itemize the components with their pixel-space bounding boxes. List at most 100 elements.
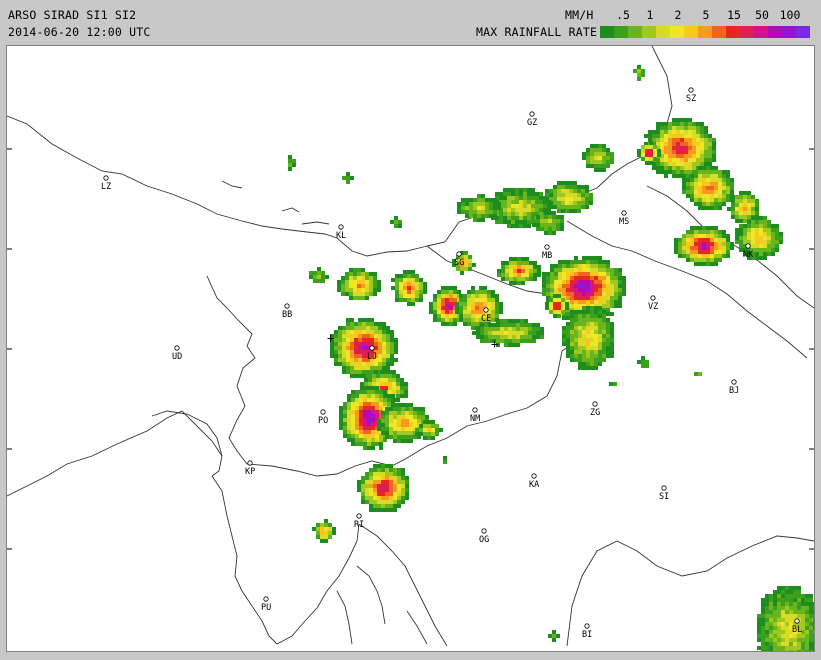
- city-dot: [650, 295, 656, 301]
- rain-pixel: [602, 152, 606, 156]
- rain-pixel: [777, 634, 781, 638]
- rain-pixel: [578, 296, 582, 300]
- rain-pixel: [371, 406, 375, 410]
- rain-pixel: [809, 598, 813, 602]
- rain-pixel: [361, 480, 365, 484]
- rain-pixel: [504, 323, 508, 327]
- rain-pixel: [594, 342, 598, 346]
- rain-pixel: [645, 161, 649, 165]
- rain-pixel: [324, 531, 328, 535]
- rain-pixel: [743, 203, 747, 207]
- rain-pixel: [377, 288, 381, 292]
- rain-pixel: [511, 220, 515, 224]
- rain-cell: [637, 356, 649, 368]
- city-label: NM: [470, 414, 480, 424]
- rain-pixel: [473, 202, 477, 206]
- rain-pixel: [377, 423, 381, 427]
- rain-pixel: [731, 203, 735, 207]
- rain-pixel: [610, 272, 614, 276]
- rain-pixel: [602, 268, 606, 272]
- rain-pixel: [739, 236, 743, 240]
- rain-pixel: [386, 362, 390, 366]
- rain-pixel: [805, 598, 809, 602]
- rain-pixel: [521, 269, 525, 273]
- rain-pixel: [477, 214, 481, 218]
- rain-pixel: [606, 260, 610, 264]
- rain-pixel: [574, 276, 578, 280]
- rain-pixel: [431, 436, 435, 440]
- rain-pixel: [489, 210, 493, 214]
- rain-pixel: [735, 199, 739, 203]
- rain-cell: [357, 464, 409, 512]
- rain-pixel: [598, 300, 602, 304]
- border-slovenia-south: [246, 295, 608, 477]
- rain-pixel: [586, 288, 590, 292]
- rain-pixel: [598, 330, 602, 334]
- rain-pixel: [366, 330, 370, 334]
- rain-pixel: [386, 326, 390, 330]
- rain-pixel: [483, 294, 487, 298]
- rain-pixel: [367, 414, 371, 418]
- rain-pixel: [351, 430, 355, 434]
- rain-pixel: [358, 350, 362, 354]
- rain-pixel: [373, 280, 377, 284]
- rain-pixel: [545, 306, 549, 310]
- rain-pixel: [566, 280, 570, 284]
- rain-pixel: [487, 298, 491, 302]
- rain-pixel: [668, 126, 672, 130]
- rain-pixel: [598, 354, 602, 358]
- rain-pixel: [777, 646, 781, 650]
- rain-pixel: [392, 370, 396, 374]
- rain-pixel: [405, 419, 409, 423]
- rain-pixel: [598, 334, 602, 338]
- rain-pixel: [481, 198, 485, 202]
- rain-pixel: [690, 250, 694, 254]
- rain-pixel: [785, 590, 789, 594]
- rain-pixel: [393, 427, 397, 431]
- rain-pixel: [582, 264, 586, 268]
- rain-pixel: [594, 338, 598, 342]
- rain-pixel: [481, 218, 485, 222]
- rain-pixel: [355, 410, 359, 414]
- rain-pixel: [461, 202, 465, 206]
- rain-pixel: [680, 122, 684, 126]
- rain-pixel: [524, 339, 528, 343]
- rain-pixel: [409, 431, 413, 435]
- rain-pixel: [453, 318, 457, 322]
- rain-pixel: [594, 264, 598, 268]
- rain-pixel: [528, 323, 532, 327]
- rain-pixel: [491, 314, 495, 318]
- rain-pixel: [759, 220, 763, 224]
- rain-pixel: [350, 350, 354, 354]
- rain-pixel: [361, 484, 365, 488]
- rain-pixel: [353, 292, 357, 296]
- rain-pixel: [400, 386, 404, 390]
- rain-pixel: [511, 216, 515, 220]
- rain-cell: [609, 382, 617, 386]
- rain-pixel: [346, 318, 350, 322]
- rain-pixel: [777, 650, 781, 651]
- rain-pixel: [594, 156, 598, 160]
- rain-pixel: [357, 484, 361, 488]
- rain-pixel: [653, 145, 657, 149]
- rain-pixel: [694, 238, 698, 242]
- rain-pixel: [373, 492, 377, 496]
- rain-pixel: [751, 199, 755, 203]
- rain-pixel: [801, 602, 805, 606]
- rain-pixel: [801, 606, 805, 610]
- coast-istria: [211, 475, 278, 645]
- rain-pixel: [505, 277, 509, 281]
- rain-pixel: [553, 201, 557, 205]
- rain-pixel: [735, 215, 739, 219]
- rain-pixel: [360, 382, 364, 386]
- rain-pixel: [602, 318, 606, 322]
- rain-pixel: [413, 411, 417, 415]
- rain-pixel: [395, 274, 399, 278]
- rain-pixel: [351, 426, 355, 430]
- rain-pixel: [543, 204, 547, 208]
- rain-pixel: [602, 314, 606, 318]
- rain-pixel: [678, 254, 682, 258]
- legend-swatch: [768, 26, 782, 38]
- rain-pixel: [393, 472, 397, 476]
- rain-pixel: [373, 272, 377, 276]
